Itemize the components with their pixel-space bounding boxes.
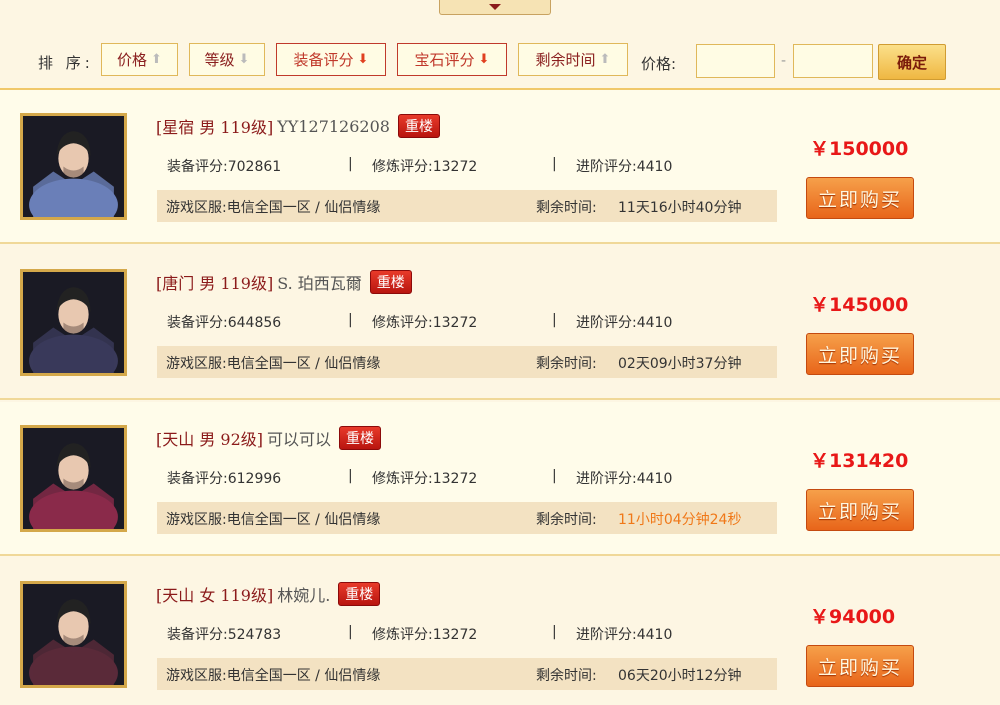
time-left-value: 02天09小时37分钟 <box>618 356 742 372</box>
listing-row[interactable]: [天山 女 119级] 林婉儿. 重楼 装备评分:524783 | 修炼评分:1… <box>0 558 1000 705</box>
cultivate-score: 修炼评分:13272 <box>372 315 478 331</box>
listing-row[interactable]: [天山 男 92级] 可以可以 重楼 装备评分:612996 | 修炼评分:13… <box>0 402 1000 556</box>
equip-score: 装备评分:644856 <box>167 315 282 331</box>
equip-score: 装备评分:702861 <box>167 159 282 175</box>
separator: | <box>552 312 557 328</box>
separator: | <box>348 156 353 172</box>
equip-score: 装备评分:524783 <box>167 627 282 643</box>
listing-title: [天山 男 92级] 可以可以 重楼 <box>156 426 382 450</box>
buy-now-button[interactable]: 立即购买 <box>806 489 914 531</box>
price-range-dash: - <box>781 53 787 69</box>
info-bar: 游戏区服:电信全国一区 / 仙侣情缘 剩余时间: 11天16小时40分钟 <box>157 190 777 222</box>
time-left-value: 11天16小时40分钟 <box>618 200 742 216</box>
time-left-label: 剩余时间: <box>536 668 597 684</box>
separator: | <box>348 468 353 484</box>
sort-button-label: 剩余时间 <box>535 51 596 69</box>
listing-price: ￥150000 <box>810 138 909 160</box>
time-left-value: 11小时04分钟24秒 <box>618 512 742 528</box>
character-avatar[interactable] <box>20 113 127 220</box>
expand-filters-toggle[interactable] <box>439 0 551 15</box>
cultivate-score: 修炼评分:13272 <box>372 159 478 175</box>
arrow-down-icon: ⬇ <box>357 52 369 67</box>
advance-score: 进阶评分:4410 <box>576 471 673 487</box>
listing-row[interactable]: [星宿 男 119级] YY127126208 重楼 装备评分:702861 |… <box>0 90 1000 244</box>
character-portrait-icon <box>23 272 124 373</box>
time-left-label: 剩余时间: <box>536 512 597 528</box>
advance-score: 进阶评分:4410 <box>576 627 673 643</box>
character-portrait-icon <box>23 584 124 685</box>
listing-price: ￥131420 <box>810 450 909 472</box>
character-avatar[interactable] <box>20 425 127 532</box>
character-avatar[interactable] <box>20 581 127 688</box>
character-name: S. 珀西瓦爾 <box>277 274 362 293</box>
sort-button-label: 等级 <box>204 51 235 69</box>
character-name: YY127126208 <box>277 116 390 136</box>
price-max-input[interactable] <box>793 44 873 78</box>
advance-score: 进阶评分:4410 <box>576 159 673 175</box>
sort-by-price-button[interactable]: 价格 ⬆ <box>101 43 178 76</box>
sort-button-label: 价格 <box>117 51 148 69</box>
listing-row[interactable]: [唐门 男 119级] S. 珀西瓦爾 重楼 装备评分:644856 | 修炼评… <box>0 246 1000 400</box>
sort-by-time-left-button[interactable]: 剩余时间 ⬆ <box>518 43 628 76</box>
server-badge: 重楼 <box>397 114 440 138</box>
character-name: 林婉儿. <box>277 586 331 605</box>
class-level: [唐门 男 119级] <box>156 274 274 293</box>
server-badge: 重楼 <box>369 270 412 294</box>
arrow-up-icon: ⬆ <box>151 52 162 67</box>
arrow-down-icon: ⬇ <box>478 52 490 67</box>
server-info: 游戏区服:电信全国一区 / 仙侣情缘 <box>166 356 381 372</box>
time-left-label: 剩余时间: <box>536 356 597 372</box>
class-level: [星宿 男 119级] <box>156 118 274 137</box>
sort-button-label: 装备评分 <box>293 51 354 69</box>
buy-now-button[interactable]: 立即购买 <box>806 333 914 375</box>
info-bar: 游戏区服:电信全国一区 / 仙侣情缘 剩余时间: 11小时04分钟24秒 <box>157 502 777 534</box>
listing-title: [星宿 男 119级] YY127126208 重楼 <box>156 114 440 138</box>
class-level: [天山 女 119级] <box>156 586 274 605</box>
time-left-label: 剩余时间: <box>536 200 597 216</box>
server-badge: 重楼 <box>339 426 382 450</box>
separator: | <box>348 312 353 328</box>
buy-now-button[interactable]: 立即购买 <box>806 177 914 219</box>
info-bar: 游戏区服:电信全国一区 / 仙侣情缘 剩余时间: 06天20小时12分钟 <box>157 658 777 690</box>
sort-by-equip-score-button[interactable]: 装备评分 ⬇ <box>276 43 386 76</box>
server-badge: 重楼 <box>338 582 381 606</box>
equip-score: 装备评分:612996 <box>167 471 282 487</box>
character-portrait-icon <box>23 116 124 217</box>
buy-now-button[interactable]: 立即购买 <box>806 645 914 687</box>
sort-label: 排 序: <box>38 54 94 72</box>
listing-price: ￥145000 <box>810 294 909 316</box>
separator: | <box>552 624 557 640</box>
server-info: 游戏区服:电信全国一区 / 仙侣情缘 <box>166 200 381 216</box>
chevron-down-icon <box>489 4 501 10</box>
listing-title: [唐门 男 119级] S. 珀西瓦爾 重楼 <box>156 270 412 294</box>
time-left-value: 06天20小时12分钟 <box>618 668 742 684</box>
info-bar: 游戏区服:电信全国一区 / 仙侣情缘 剩余时间: 02天09小时37分钟 <box>157 346 777 378</box>
class-level: [天山 男 92级] <box>156 430 264 449</box>
listing-title: [天山 女 119级] 林婉儿. 重楼 <box>156 582 381 606</box>
server-info: 游戏区服:电信全国一区 / 仙侣情缘 <box>166 668 381 684</box>
separator: | <box>552 468 557 484</box>
server-info: 游戏区服:电信全国一区 / 仙侣情缘 <box>166 512 381 528</box>
sort-by-level-button[interactable]: 等级 ⬇ <box>189 43 265 76</box>
character-portrait-icon <box>23 428 124 529</box>
cultivate-score: 修炼评分:13272 <box>372 471 478 487</box>
arrow-up-icon: ⬆ <box>599 52 611 67</box>
price-range-label: 价格: <box>641 55 677 73</box>
arrow-down-icon: ⬇ <box>238 52 250 67</box>
sort-bar: 排 序: 价格 ⬆ 等级 ⬇ 装备评分 ⬇ 宝石评分 ⬇ 剩余时间 ⬆ 价格: … <box>0 40 1000 90</box>
character-name: 可以可以 <box>267 430 332 449</box>
cultivate-score: 修炼评分:13272 <box>372 627 478 643</box>
confirm-price-button[interactable]: 确定 <box>878 44 946 80</box>
price-min-input[interactable] <box>696 44 775 78</box>
character-avatar[interactable] <box>20 269 127 376</box>
separator: | <box>552 156 557 172</box>
sort-by-gem-score-button[interactable]: 宝石评分 ⬇ <box>397 43 507 76</box>
separator: | <box>348 624 353 640</box>
listing-price: ￥94000 <box>810 606 896 628</box>
advance-score: 进阶评分:4410 <box>576 315 673 331</box>
sort-button-label: 宝石评分 <box>414 51 475 69</box>
